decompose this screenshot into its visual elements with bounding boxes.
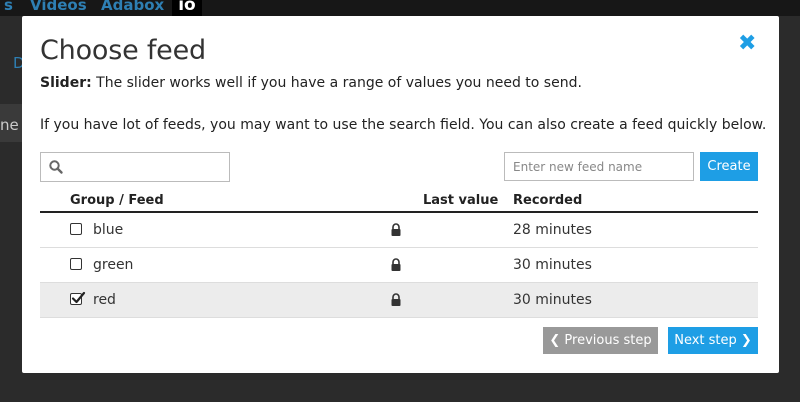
recorded-value: 30 minutes [513,292,592,308]
next-step-button[interactable]: Next step ❯ [668,327,758,354]
close-icon[interactable]: ✖ [738,31,756,56]
lock-icon [391,223,401,236]
io-logo[interactable]: io [172,0,202,16]
search-hint: If you have lot of feeds, you may want t… [40,117,767,133]
feed-name: green [93,257,134,273]
header-group-feed: Group / Feed [70,193,164,208]
checkmark-icon [71,291,86,304]
header-recorded: Recorded [513,193,583,208]
table-row[interactable]: green 30 minutes [40,248,758,283]
row-checkbox[interactable] [70,223,82,235]
feed-name: red [93,292,116,308]
nav-item-videos[interactable]: Videos [30,0,87,14]
table-row[interactable]: blue 28 minutes [40,213,758,248]
nav-item-partial[interactable]: s [4,0,13,14]
table-header: Group / Feed Last value Recorded [40,190,758,213]
feed-name: blue [93,222,124,238]
dialog-title: Choose feed [40,35,206,66]
background-fragment: ne [0,116,19,134]
search-field[interactable] [40,152,230,182]
row-checkbox[interactable] [70,258,82,270]
previous-step-button[interactable]: ❮ Previous step [543,327,658,354]
search-input[interactable] [69,155,225,179]
block-description: Slider: The slider works well if you hav… [40,75,582,91]
search-icon [49,160,63,174]
table-row[interactable]: red 30 minutes [40,283,758,318]
recorded-value: 30 minutes [513,257,592,273]
header-last-value: Last value [423,193,499,208]
feed-table: Group / Feed Last value Recorded blue 28… [40,190,758,318]
new-feed-name-input[interactable] [504,152,694,181]
background-nav: s Videos Adabox io [0,0,800,16]
description-label: Slider: [40,75,92,91]
row-checkbox-checked[interactable] [70,291,86,305]
lock-icon [391,293,401,306]
description-text: The slider works well if you have a rang… [91,75,582,91]
recorded-value: 28 minutes [513,222,592,238]
create-button[interactable]: Create [700,152,758,181]
nav-item-adabox[interactable]: Adabox [101,0,164,14]
choose-feed-dialog: Choose feed ✖ Slider: The slider works w… [22,16,779,373]
lock-icon [391,258,401,271]
